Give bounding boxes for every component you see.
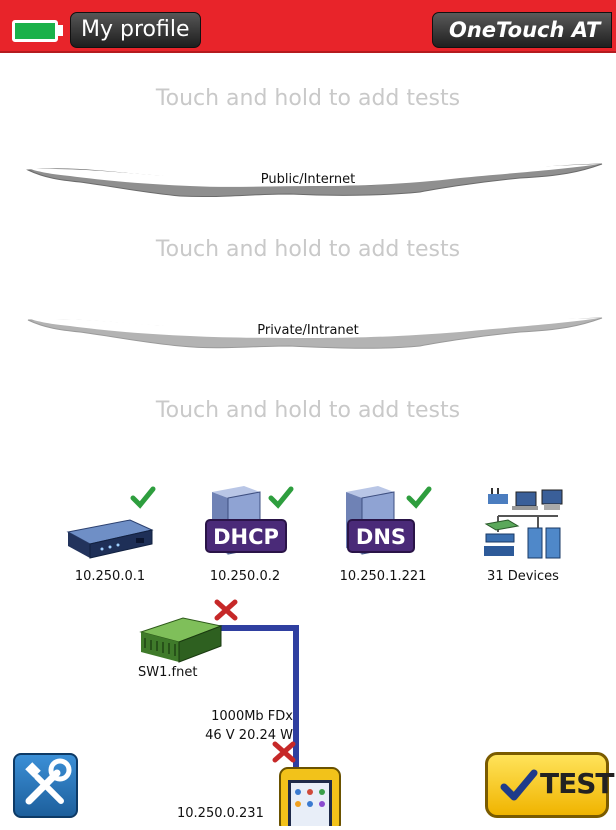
switch-device[interactable]: [137, 612, 225, 668]
devices-count-label: 31 Devices: [487, 569, 559, 584]
private-intranet-label: Private/Intranet: [257, 323, 359, 338]
test-button-label: TEST: [540, 767, 614, 800]
check-icon: [268, 486, 294, 509]
onetouch-tester-icon: [279, 767, 341, 830]
svg-text:DNS: DNS: [356, 525, 406, 549]
poe-info: 46 V 20.24 W: [205, 728, 293, 743]
dns-server-device[interactable]: DNS: [334, 484, 434, 566]
brand-title: OneTouch AT: [432, 12, 612, 48]
add-tests-hint-1[interactable]: Touch and hold to add tests: [0, 86, 616, 111]
add-tests-hint-2[interactable]: Touch and hold to add tests: [0, 237, 616, 262]
add-tests-hint-3[interactable]: Touch and hold to add tests: [0, 398, 616, 423]
my-profile-button[interactable]: My profile: [70, 12, 201, 48]
dhcp-label: 10.250.0.2: [209, 569, 281, 584]
link-speed: 1000Mb FDx: [211, 709, 293, 724]
gateway-label: 10.250.0.1: [74, 569, 146, 584]
dns-label: 10.250.1.221: [339, 569, 427, 584]
link-info: 1000Mb FDx 46 V 20.24 W: [205, 707, 293, 745]
check-icon: [406, 486, 432, 509]
dhcp-server-device[interactable]: DHCP: [200, 484, 300, 566]
svg-text:DHCP: DHCP: [213, 525, 279, 549]
checkmark-icon: [500, 769, 538, 801]
discovered-devices[interactable]: [478, 484, 568, 564]
tools-icon: [25, 758, 72, 805]
public-internet-label: Public/Internet: [260, 172, 356, 187]
battery-tip: [58, 25, 63, 36]
gateway-device[interactable]: [60, 484, 160, 564]
switch-icon: [139, 617, 223, 663]
network-devices-icon: [484, 488, 563, 559]
header-bar: My profile OneTouch AT: [0, 0, 616, 53]
battery-icon: [12, 20, 58, 42]
check-icon: [130, 486, 156, 509]
test-button[interactable]: TEST: [485, 752, 614, 818]
tools-button[interactable]: [13, 753, 78, 818]
onetouch-tester[interactable]: [278, 766, 342, 830]
switch-label: SW1.fnet: [138, 665, 198, 680]
tester-ip-label: 10.250.0.231: [177, 806, 264, 821]
